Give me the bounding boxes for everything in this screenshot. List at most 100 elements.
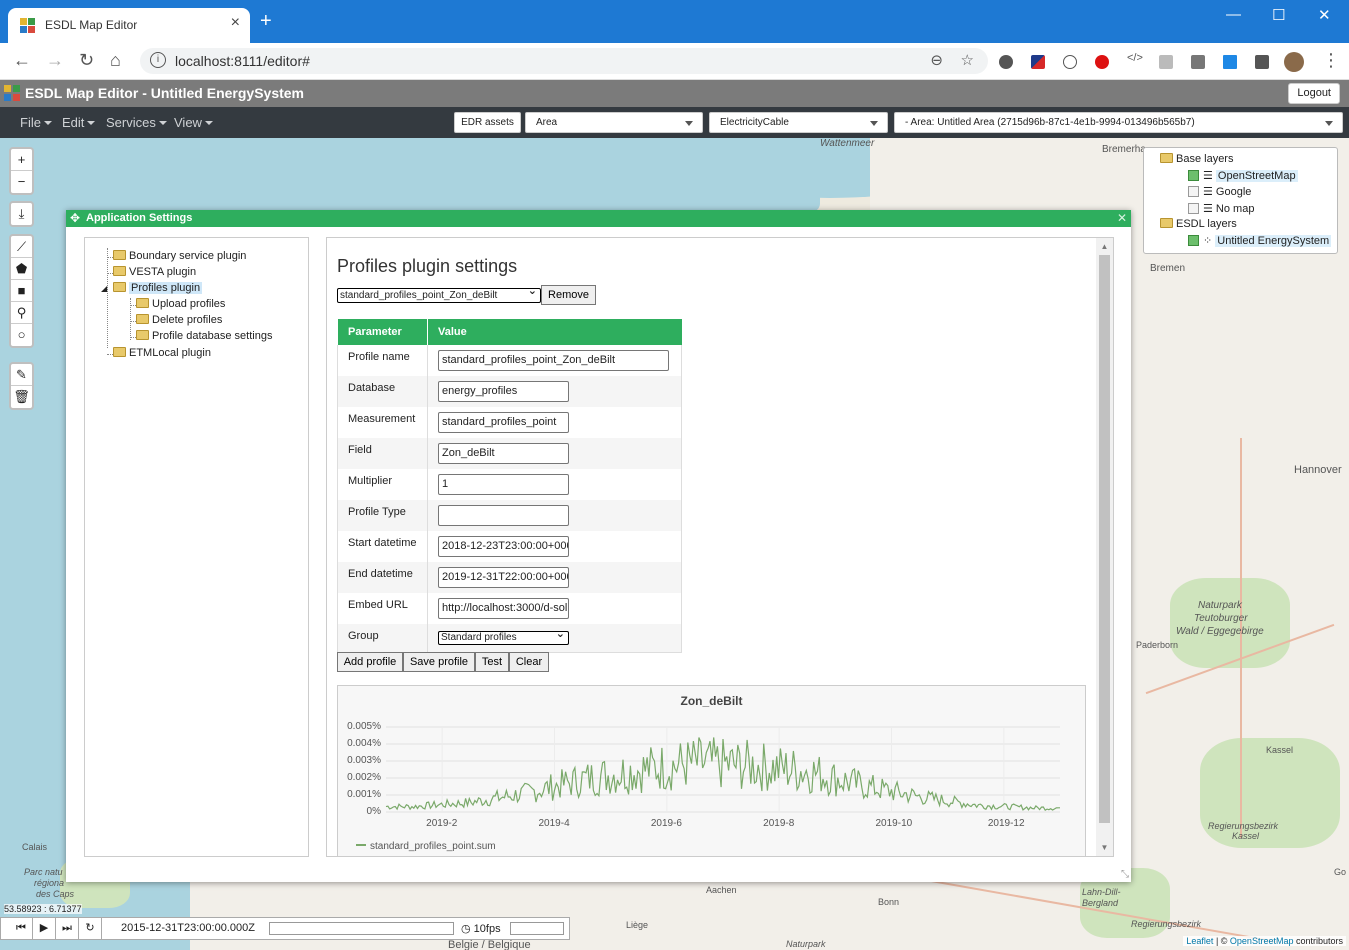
measurement-input[interactable]: standard_profiles_point xyxy=(438,412,569,433)
browser-tab[interactable]: ESDL Map Editor × xyxy=(8,8,250,43)
draw-polygon-icon[interactable]: ⬟ xyxy=(11,258,32,280)
windows-icon[interactable] xyxy=(1223,55,1237,69)
address-bar[interactable]: i localhost:8111/editor# ⊖ ☆ xyxy=(140,48,988,74)
layer-google[interactable]: ☰ Google xyxy=(1188,185,1251,198)
layer-no-map[interactable]: ☰ No map xyxy=(1188,202,1254,215)
menu-view[interactable]: View xyxy=(174,115,213,130)
extension-flag-icon[interactable] xyxy=(1031,55,1045,69)
menu-file[interactable]: File xyxy=(20,115,52,130)
tree-item-upload[interactable]: Upload profiles xyxy=(136,298,225,310)
menu-edit[interactable]: Edit xyxy=(62,115,95,130)
end-datetime-input[interactable]: 2019-12-31T22:00:00+000 xyxy=(438,567,569,588)
tree-item-profiles[interactable]: Profiles plugin xyxy=(113,282,203,294)
draw-marker-icon[interactable]: ⚲ xyxy=(11,302,32,324)
maximize-icon[interactable]: ☐ xyxy=(1272,6,1285,24)
content-scrollbar[interactable]: ▲ ▼ xyxy=(1096,238,1113,856)
collapse-icon[interactable]: ◢ xyxy=(101,284,107,293)
scroll-up-icon[interactable]: ▲ xyxy=(1096,238,1113,255)
tree-item-db-settings[interactable]: Profile database settings xyxy=(136,330,272,342)
dialog-close-icon[interactable]: ✕ xyxy=(1117,210,1127,227)
profile-name-input[interactable]: standard_profiles_point_Zon_deBilt xyxy=(438,350,669,371)
timeline-slider[interactable] xyxy=(269,922,454,935)
extension-code-icon[interactable]: </> xyxy=(1127,52,1143,66)
extension-opera-icon[interactable] xyxy=(1095,55,1109,69)
site-info-icon[interactable]: i xyxy=(150,52,166,68)
area-type-select[interactable]: Area xyxy=(525,112,703,133)
camera-icon[interactable] xyxy=(1191,55,1205,69)
checkbox-icon[interactable] xyxy=(1188,170,1199,181)
reload-icon[interactable]: ↻ xyxy=(79,50,94,70)
tree-item-boundary[interactable]: Boundary service plugin xyxy=(113,250,246,262)
y-tick-label: 0.005% xyxy=(347,721,381,732)
multiplier-input[interactable]: 1 xyxy=(438,474,569,495)
play-icon[interactable]: ▶ xyxy=(33,918,56,939)
base-layers-folder[interactable]: Base layers xyxy=(1160,153,1233,165)
clear-button[interactable]: Clear xyxy=(509,652,549,672)
tree-item-etmlocal[interactable]: ETMLocal plugin xyxy=(113,347,211,359)
add-profile-button[interactable]: Add profile xyxy=(337,652,403,672)
edit-layers-icon[interactable]: ✎ xyxy=(11,364,32,386)
download-icon[interactable]: ⤓ xyxy=(11,203,32,225)
layer-energy-system[interactable]: ⁘ Untitled EnergySystem xyxy=(1188,234,1332,247)
osm-link[interactable]: OpenStreetMap xyxy=(1230,936,1294,946)
chart-legend[interactable]: standard_profiles_point.sum xyxy=(356,841,496,852)
back-icon[interactable]: ← xyxy=(13,50,31,70)
delete-layers-icon[interactable]: 🗑 xyxy=(11,386,32,408)
rewind-icon[interactable]: ⏮ xyxy=(10,918,33,939)
checkbox-icon[interactable] xyxy=(1188,203,1199,214)
resize-handle-icon[interactable]: ⤡ xyxy=(1121,869,1129,880)
scroll-down-icon[interactable]: ▼ xyxy=(1096,839,1113,856)
zoom-out-button[interactable]: − xyxy=(11,171,32,193)
draw-rectangle-icon[interactable]: ■ xyxy=(11,280,32,302)
asset-type-select[interactable]: ElectricityCable xyxy=(709,112,888,133)
close-window-icon[interactable]: ✕ xyxy=(1318,6,1331,24)
minimize-icon[interactable]: — xyxy=(1226,6,1241,23)
series-line-standard_profiles_point.sum xyxy=(385,737,1060,812)
home-icon[interactable]: ⌂ xyxy=(110,50,121,70)
field-input[interactable]: Zon_deBilt xyxy=(438,443,569,464)
profile-select[interactable]: standard_profiles_point_Zon_deBilt xyxy=(337,288,541,303)
embed-url-input[interactable]: http://localhost:3000/d-sol xyxy=(438,598,569,619)
zoom-icon[interactable]: ⊖ xyxy=(930,51,943,69)
zoom-in-button[interactable]: + xyxy=(11,149,32,171)
logout-button[interactable]: Logout xyxy=(1288,83,1340,104)
map-label: Paderborn xyxy=(1136,640,1179,650)
dialog-header[interactable]: ✥ Application Settings ✕ xyxy=(66,210,1131,227)
esdl-layers-folder[interactable]: ESDL layers xyxy=(1160,218,1237,230)
bookmark-star-icon[interactable]: ☆ xyxy=(961,51,974,69)
forward-icon[interactable]: → xyxy=(46,50,64,70)
y-tick-label: 0% xyxy=(366,806,381,817)
profile-type-input[interactable] xyxy=(438,505,569,526)
layer-openstreetmap[interactable]: ☰ OpenStreetMap xyxy=(1188,169,1298,182)
database-input[interactable]: energy_profiles xyxy=(438,381,569,402)
scroll-thumb[interactable] xyxy=(1099,255,1110,823)
new-tab-icon[interactable]: + xyxy=(260,11,272,31)
table-row: Profile Type xyxy=(337,500,682,531)
forward-end-icon[interactable]: ⏭ xyxy=(56,918,79,939)
draw-polyline-icon[interactable]: ⟋ xyxy=(11,236,32,258)
remove-button[interactable]: Remove xyxy=(541,285,596,305)
extension-icon[interactable] xyxy=(999,55,1013,69)
menu-services[interactable]: Services xyxy=(106,115,167,130)
leaflet-link[interactable]: Leaflet xyxy=(1186,936,1213,946)
tree-item-delete[interactable]: Delete profiles xyxy=(136,314,222,326)
browser-menu-icon[interactable]: ⋮ xyxy=(1322,50,1340,70)
tab-close-icon[interactable]: × xyxy=(231,14,240,32)
area-path-select[interactable]: - Area: Untitled Area (2715d96b-87c1-4e1… xyxy=(894,112,1343,133)
move-icon[interactable]: ✥ xyxy=(70,210,80,227)
save-profile-button[interactable]: Save profile xyxy=(403,652,475,672)
group-select[interactable]: Standard profiles xyxy=(438,628,569,645)
edr-assets-button[interactable]: EDR assets xyxy=(454,112,521,133)
checkbox-icon[interactable] xyxy=(1188,235,1199,246)
puzzle-icon[interactable] xyxy=(1255,55,1269,69)
checkbox-icon[interactable] xyxy=(1188,186,1199,197)
extension-screen-icon[interactable] xyxy=(1159,55,1173,69)
draw-circle-icon[interactable]: ○ xyxy=(11,324,32,346)
test-button[interactable]: Test xyxy=(475,652,509,672)
extension-circle-icon[interactable] xyxy=(1063,55,1077,69)
fps-slider[interactable] xyxy=(510,922,564,935)
loop-icon[interactable]: ↻ xyxy=(79,918,102,939)
profile-avatar[interactable] xyxy=(1284,52,1304,72)
tree-item-vesta[interactable]: VESTA plugin xyxy=(113,266,196,278)
start-datetime-input[interactable]: 2018-12-23T23:00:00+000 xyxy=(438,536,569,557)
